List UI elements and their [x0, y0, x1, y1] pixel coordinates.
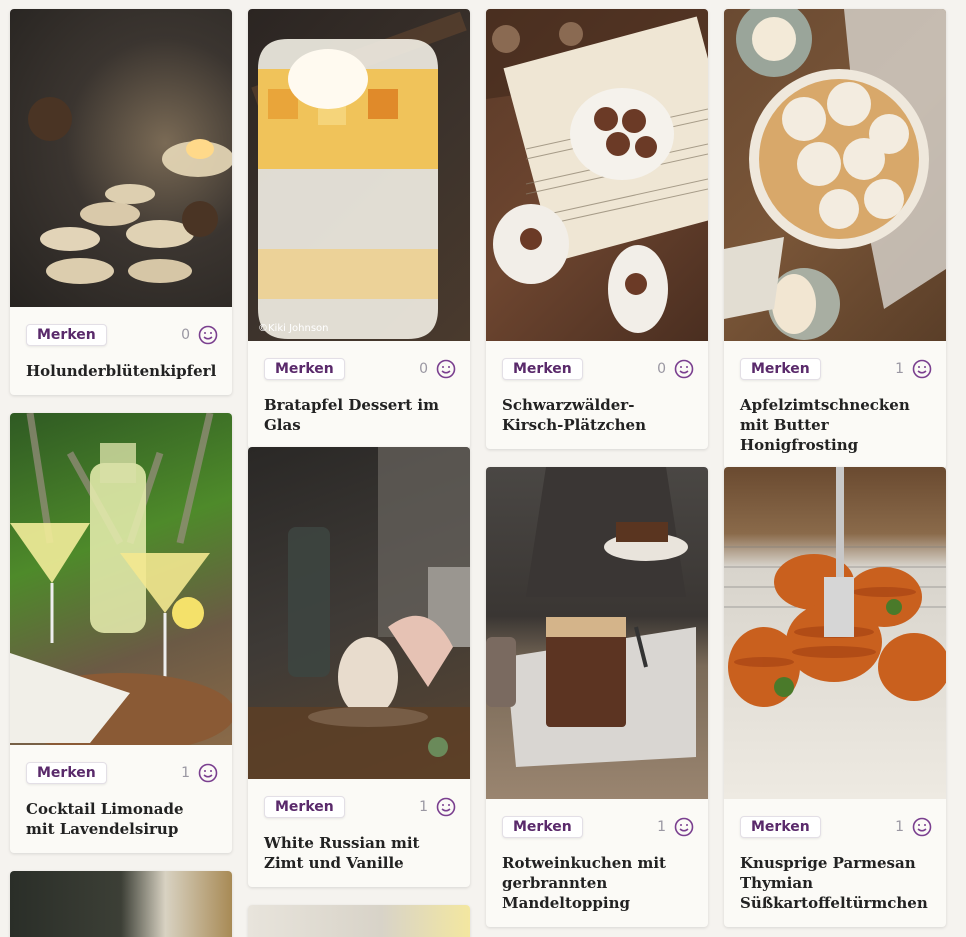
recipe-card[interactable]: Merken 1 Rotweinkuchen mit gerbrannten M… — [486, 467, 708, 927]
save-button[interactable]: Merken — [264, 796, 345, 818]
recipe-card[interactable] — [248, 905, 470, 937]
recipe-photo[interactable] — [486, 467, 708, 799]
smile-icon[interactable] — [912, 817, 932, 837]
smile-icon[interactable] — [674, 359, 694, 379]
recipe-card[interactable]: Merken 1 Cocktail Limonade mit Lavendels… — [10, 413, 232, 853]
like-counter[interactable]: 0 — [181, 325, 218, 345]
save-button[interactable]: Merken — [264, 358, 345, 380]
photo-credit: ©Kiki Johnson — [258, 323, 329, 334]
smile-icon[interactable] — [198, 763, 218, 783]
like-counter[interactable]: 1 — [895, 359, 932, 379]
save-button[interactable]: Merken — [740, 358, 821, 380]
save-button[interactable]: Merken — [26, 324, 107, 346]
like-counter[interactable]: 1 — [181, 763, 218, 783]
like-count: 1 — [419, 799, 428, 815]
recipe-title[interactable]: Cocktail Limonade mit Lavendelsirup — [10, 789, 232, 853]
recipe-photo[interactable] — [248, 905, 470, 937]
smile-icon[interactable] — [436, 359, 456, 379]
recipe-title[interactable]: White Russian mit Zimt und Vanille — [248, 823, 470, 887]
recipe-title[interactable]: Schwarzwälder-Kirsch-Plätzchen — [486, 385, 708, 449]
like-count: 1 — [657, 819, 666, 835]
recipe-photo[interactable] — [724, 9, 946, 341]
recipe-title[interactable]: Bratapfel Dessert im Glas — [248, 385, 470, 449]
like-counter[interactable]: 1 — [657, 817, 694, 837]
recipe-photo[interactable]: ©Kiki Johnson — [248, 9, 470, 341]
recipe-card[interactable]: Merken 1 Apfelzimtschnecken mit Butter H… — [724, 9, 946, 469]
like-count: 0 — [657, 361, 666, 377]
like-count: 1 — [181, 765, 190, 781]
smile-icon[interactable] — [674, 817, 694, 837]
like-counter[interactable]: 0 — [419, 359, 456, 379]
like-count: 0 — [419, 361, 428, 377]
recipe-card[interactable]: Merken 1 White Russian mit Zimt und Vani… — [248, 447, 470, 887]
like-counter[interactable]: 1 — [419, 797, 456, 817]
recipe-card[interactable] — [10, 871, 232, 937]
like-count: 1 — [895, 361, 904, 377]
save-button[interactable]: Merken — [502, 358, 583, 380]
save-button[interactable]: Merken — [26, 762, 107, 784]
smile-icon[interactable] — [436, 797, 456, 817]
save-button[interactable]: Merken — [740, 816, 821, 838]
recipe-title[interactable]: Apfelzimtschnecken mit Butter Honigfrost… — [724, 385, 946, 469]
recipe-card[interactable]: Merken 0 Schwarzwälder-Kirsch-Plätzchen — [486, 9, 708, 449]
like-count: 0 — [181, 327, 190, 343]
recipe-card[interactable]: Merken 1 Knusprige Parmesan Thymian Süßk… — [724, 467, 946, 927]
recipe-photo[interactable] — [248, 447, 470, 779]
recipe-photo[interactable] — [10, 9, 232, 307]
recipe-card[interactable]: Merken 0 Holunderblütenkipferl — [10, 9, 232, 395]
recipe-photo[interactable] — [10, 871, 232, 937]
recipe-card[interactable]: ©Kiki Johnson Merken 0 Bratapfel Dessert… — [248, 9, 470, 449]
save-button[interactable]: Merken — [502, 816, 583, 838]
smile-icon[interactable] — [198, 325, 218, 345]
recipe-title[interactable]: Holunderblütenkipferl — [10, 351, 232, 395]
like-counter[interactable]: 1 — [895, 817, 932, 837]
smile-icon[interactable] — [912, 359, 932, 379]
like-count: 1 — [895, 819, 904, 835]
like-counter[interactable]: 0 — [657, 359, 694, 379]
recipe-photo[interactable] — [486, 9, 708, 341]
recipe-title[interactable]: Rotweinkuchen mit gerbrannten Mandeltopp… — [486, 843, 708, 927]
recipe-photo[interactable] — [10, 413, 232, 745]
recipe-title[interactable]: Knusprige Parmesan Thymian Süßkartoffelt… — [724, 843, 946, 927]
recipe-photo[interactable] — [724, 467, 946, 799]
